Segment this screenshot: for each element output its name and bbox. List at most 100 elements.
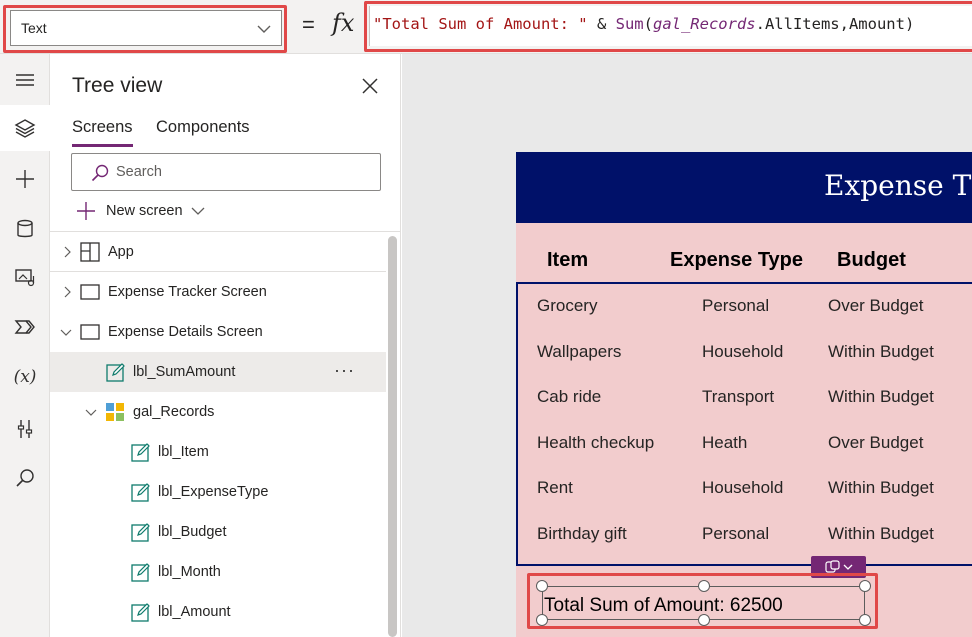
plus-icon	[16, 170, 34, 188]
chevron-down-icon[interactable]	[85, 406, 97, 418]
tree-search-box[interactable]	[71, 153, 381, 191]
header-budget: Budget	[837, 249, 906, 271]
layers-icon	[14, 119, 36, 138]
hamburger-icon	[16, 74, 34, 86]
more-options-icon[interactable]: ···	[334, 360, 355, 381]
tree-scrollbar[interactable]	[388, 236, 397, 637]
tree-item-lbl-amount[interactable]: lbl_Amount	[50, 592, 386, 632]
tree-item-gal-records[interactable]: gal_Records	[50, 392, 386, 432]
cell-item: Cab ride	[537, 387, 602, 406]
tree-item-label: lbl_Amount	[158, 604, 231, 620]
tree-item-label: App	[108, 243, 134, 260]
new-screen-button[interactable]: New screen	[76, 200, 205, 222]
left-rail: (x)	[0, 54, 50, 637]
screen-icon	[80, 284, 100, 300]
variables-button[interactable]: (x)	[0, 354, 50, 400]
tree-item-label: lbl_ExpenseType	[158, 484, 269, 500]
tree-view-pane: Tree view Screens Components New screen …	[50, 54, 401, 637]
tree-list: App Expense Tracker Screen Expense Detai…	[50, 232, 386, 637]
label-edit-icon	[131, 443, 150, 462]
design-canvas: Expense T Item Expense Type Budget Groce…	[402, 54, 972, 637]
cell-budget: Within Budget	[828, 478, 934, 497]
data-button[interactable]	[0, 206, 50, 252]
power-automate-button[interactable]	[0, 304, 50, 350]
header-expense-type: Expense Type	[670, 249, 804, 271]
cell-expense-type: Personal	[702, 524, 770, 543]
property-highlight	[3, 5, 287, 53]
chevron-right-icon[interactable]	[61, 286, 73, 298]
tree-item-label: lbl_SumAmount	[133, 364, 236, 380]
screen-icon	[80, 324, 100, 340]
tree-item-label: Expense Details Screen	[108, 324, 263, 340]
cell-expense-type: Transport	[702, 387, 775, 406]
power-automate-icon	[14, 320, 35, 334]
tree-item-label: lbl_Budget	[158, 524, 227, 540]
tree-item-expense-details-screen[interactable]: Expense Details Screen	[50, 312, 386, 352]
close-icon[interactable]	[360, 76, 380, 96]
tab-screens[interactable]: Screens	[72, 118, 133, 137]
app-icon	[80, 242, 100, 262]
media-button[interactable]	[0, 254, 50, 300]
label-edit-icon	[131, 563, 150, 582]
cell-item: Grocery	[537, 296, 598, 315]
tree-item-app[interactable]: App	[50, 232, 386, 272]
cell-budget: Over Budget	[828, 296, 924, 315]
tree-item-lbl-month[interactable]: lbl_Month	[50, 552, 386, 592]
cell-budget: Within Budget	[828, 524, 934, 543]
cell-item: Rent	[537, 478, 573, 497]
cell-item: Wallpapers	[537, 342, 622, 361]
tree-view-title: Tree view	[72, 74, 163, 97]
search-icon	[91, 164, 109, 182]
cell-budget: Over Budget	[828, 433, 924, 452]
variables-icon: (x)	[13, 367, 37, 387]
tree-item-expense-tracker-screen[interactable]: Expense Tracker Screen	[50, 272, 386, 312]
cell-budget: Within Budget	[828, 387, 934, 406]
tree-item-label: Expense Tracker Screen	[108, 284, 267, 300]
new-screen-label: New screen	[106, 203, 183, 219]
equals-sign: =	[302, 12, 315, 37]
tree-item-label: lbl_Month	[158, 564, 221, 580]
cell-expense-type: Heath	[702, 433, 748, 452]
tree-item-lbl-budget[interactable]: lbl_Budget	[50, 512, 386, 552]
cell-item: Birthday gift	[537, 524, 627, 543]
chevron-down-icon[interactable]	[60, 326, 72, 338]
label-edit-icon	[131, 603, 150, 622]
tools-icon	[17, 420, 33, 438]
chevron-down-icon	[191, 207, 205, 215]
cell-budget: Within Budget	[828, 342, 934, 361]
cell-item: Health checkup	[537, 433, 655, 452]
tree-item-label: lbl_Item	[158, 444, 209, 460]
label-edit-icon	[131, 523, 150, 542]
plus-icon	[77, 202, 95, 220]
tree-item-lbl-sumamount[interactable]: lbl_SumAmount ···	[50, 352, 386, 392]
chevron-right-icon[interactable]	[61, 246, 73, 258]
tree-item-label: gal_Records	[133, 404, 215, 420]
database-icon	[17, 219, 33, 238]
header-item: Item	[547, 249, 589, 271]
copilot-chevron-icon	[824, 560, 852, 573]
app-title: Expense T	[824, 169, 972, 202]
insert-button[interactable]	[0, 156, 50, 202]
search-button[interactable]	[0, 455, 50, 501]
app-header: Expense T	[516, 152, 972, 223]
tree-view-button[interactable]	[0, 105, 50, 151]
cell-expense-type: Personal	[702, 296, 770, 315]
formula-highlight	[364, 1, 972, 52]
tab-components[interactable]: Components	[156, 118, 250, 137]
sum-label-highlight	[527, 573, 878, 629]
tree-item-lbl-expensetype[interactable]: lbl_ExpenseType	[50, 472, 386, 512]
fx-icon: fx	[332, 9, 355, 37]
media-icon	[15, 269, 35, 287]
advanced-tools-button[interactable]	[0, 406, 50, 452]
label-edit-icon	[131, 483, 150, 502]
cell-expense-type: Household	[702, 342, 784, 361]
gal-records-gallery[interactable]: Grocery Personal Over Budget Wallpapers …	[516, 282, 972, 566]
search-input[interactable]	[116, 162, 366, 182]
app-screen-preview: Expense T Item Expense Type Budget Groce…	[516, 152, 972, 637]
label-edit-icon	[106, 363, 125, 382]
tree-item-lbl-item[interactable]: lbl_Item	[50, 432, 386, 472]
active-tab-indicator	[72, 144, 133, 147]
hamburger-button[interactable]	[0, 57, 50, 103]
gallery-icon	[106, 403, 124, 421]
cell-expense-type: Household	[702, 478, 784, 497]
